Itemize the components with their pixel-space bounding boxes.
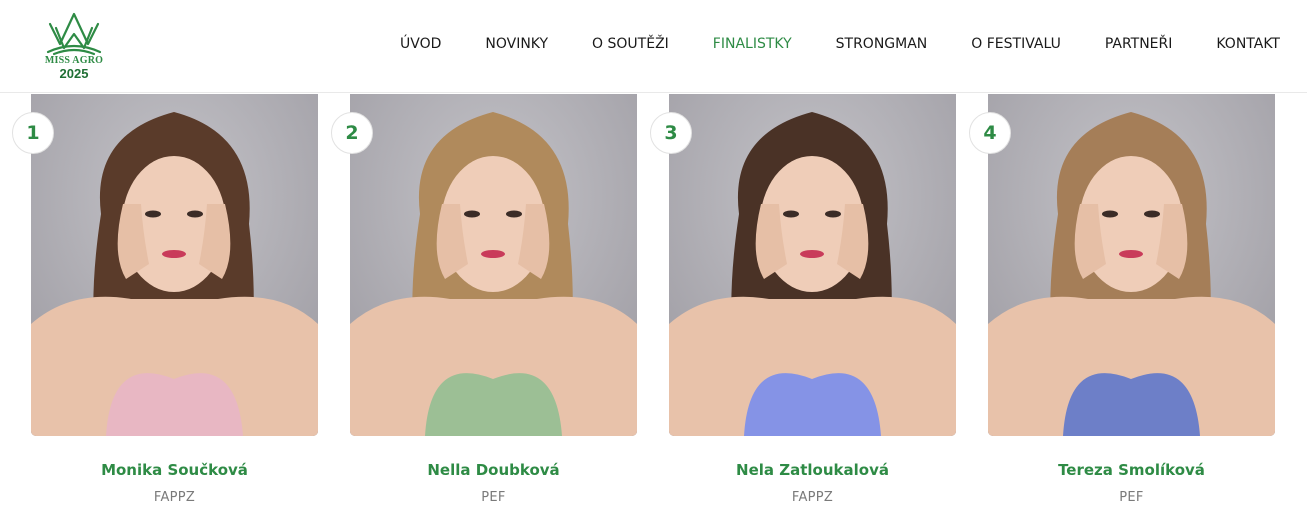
site-header: MISS AGRO 2025 ÚVOD NOVINKY O SOUTĚŽI FI… — [0, 0, 1307, 93]
portrait-image — [669, 94, 956, 436]
finalist-photo[interactable] — [350, 94, 637, 436]
nav-item-finalistky[interactable]: FINALISTKY — [713, 35, 792, 53]
portrait-image — [31, 94, 318, 436]
finalist-number-badge: 3 — [650, 112, 692, 154]
finalist-photo[interactable] — [31, 94, 318, 436]
finalist-name[interactable]: Nela Zatloukalová — [669, 461, 956, 479]
nav-item-partneri[interactable]: PARTNEŘI — [1105, 35, 1173, 53]
finalist-name[interactable]: Nella Doubková — [350, 461, 637, 479]
finalist-name[interactable]: Tereza Smolíková — [988, 461, 1275, 479]
crown-icon — [46, 12, 102, 56]
logo-year: 2025 — [59, 66, 89, 81]
finalist-number-badge: 1 — [12, 112, 54, 154]
nav-item-novinky[interactable]: NOVINKY — [485, 35, 548, 53]
finalist-faculty: PEF — [1119, 490, 1144, 505]
finalist-faculty: PEF — [481, 490, 506, 505]
nav-item-kontakt[interactable]: KONTAKT — [1216, 35, 1280, 53]
logo[interactable]: MISS AGRO 2025 — [42, 10, 106, 84]
nav-item-o-soutezi[interactable]: O SOUTĚŽI — [592, 35, 669, 53]
nav-item-uvod[interactable]: ÚVOD — [400, 35, 441, 53]
finalist-faculty: FAPPZ — [791, 490, 834, 505]
finalist-photo[interactable] — [988, 94, 1275, 436]
logo-text: MISS AGRO — [44, 55, 104, 66]
main-nav: ÚVOD NOVINKY O SOUTĚŽI FINALISTKY STRONG… — [400, 35, 1280, 53]
finalist-photo[interactable] — [669, 94, 956, 436]
nav-item-strongman[interactable]: STRONGMAN — [836, 35, 928, 53]
finalist-name[interactable]: Monika Součková — [31, 461, 318, 479]
portrait-image — [988, 94, 1275, 436]
nav-item-o-festivalu[interactable]: O FESTIVALU — [971, 35, 1061, 53]
finalist-number-badge: 4 — [969, 112, 1011, 154]
portrait-image — [350, 94, 637, 436]
finalist-faculty: FAPPZ — [153, 490, 196, 505]
finalist-number-badge: 2 — [331, 112, 373, 154]
